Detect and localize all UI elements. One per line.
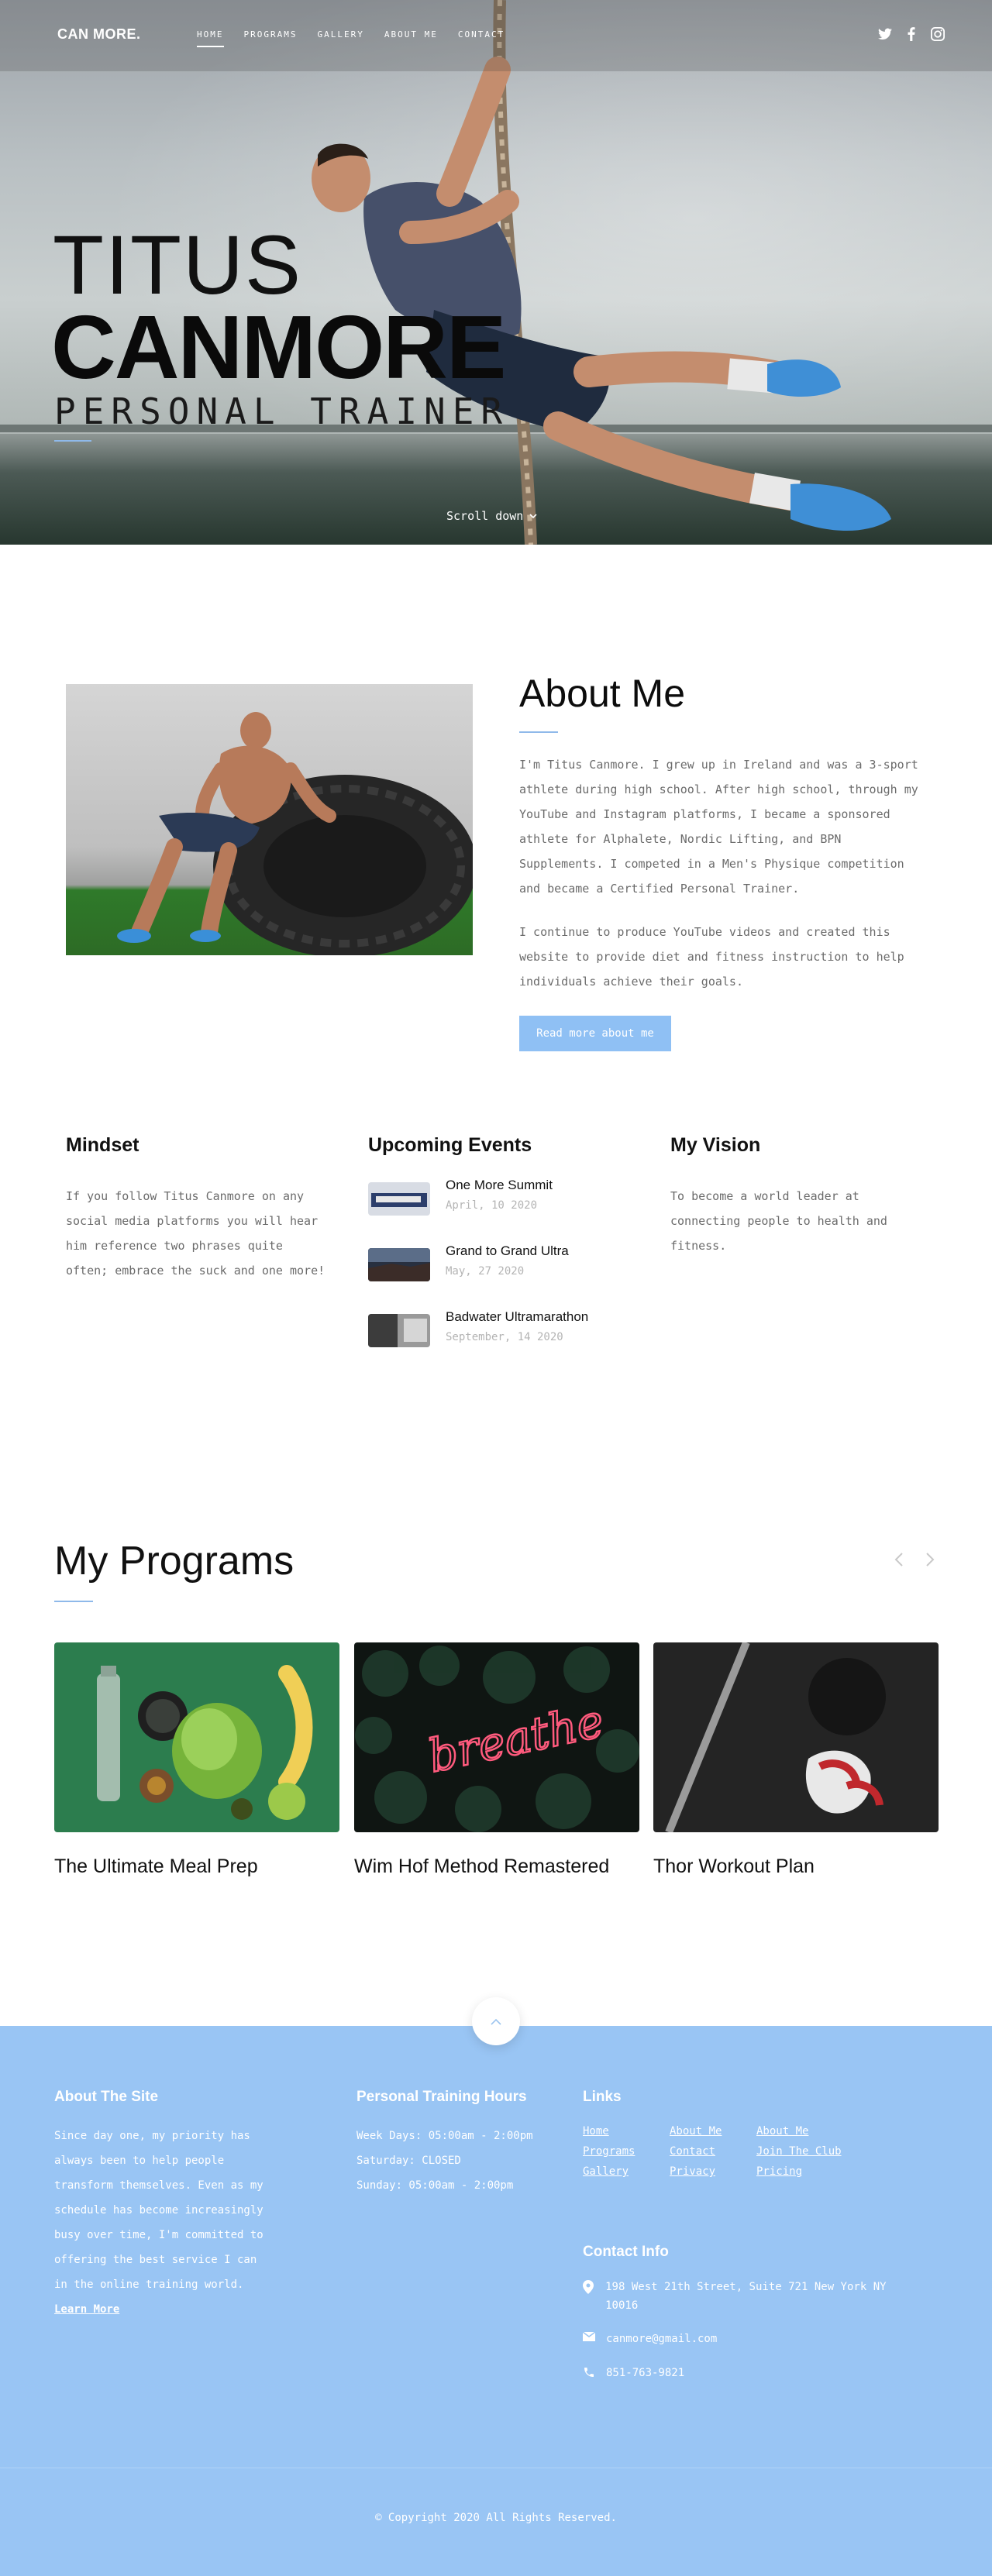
back-to-top-button[interactable] <box>472 1997 520 2045</box>
nav-gallery[interactable]: GALLERY <box>317 29 363 47</box>
footer-links: Home About Me About Me Programs Contact … <box>583 2125 843 2178</box>
program-card[interactable]: Thor Workout Plan <box>653 1642 939 1878</box>
contact-address-text: 198 West 21th Street, Suite 721 New York… <box>605 2281 887 2312</box>
chevron-up-icon <box>491 2018 501 2025</box>
event-title: Badwater Ultramarathon <box>446 1309 589 1324</box>
hours-saturday: Saturday: CLOSED <box>356 2155 461 2167</box>
footer-link-gallery[interactable]: Gallery <box>583 2165 670 2178</box>
program-image <box>653 1642 939 1832</box>
event-title: One More Summit <box>446 1178 553 1192</box>
chevron-right-icon[interactable] <box>921 1548 939 1571</box>
hero-last-name: CANMORE <box>51 297 506 397</box>
social-links <box>877 26 946 42</box>
footer-link-contact[interactable]: Contact <box>670 2145 756 2158</box>
contact-phone-text: 851-763-9821 <box>606 2367 685 2379</box>
mindset-text: If you follow Titus Canmore on any socia… <box>66 1189 326 1278</box>
footer-link-programs[interactable]: Programs <box>583 2145 670 2158</box>
program-image <box>54 1642 339 1832</box>
event-date: April, 10 2020 <box>446 1199 538 1212</box>
about-title: About Me <box>519 672 686 715</box>
learn-more-link[interactable]: Learn More <box>54 2303 119 2316</box>
footer-link-about-me-2[interactable]: About Me <box>756 2125 843 2137</box>
event-item[interactable]: Badwater Ultramarathon September, 14 202… <box>368 1308 588 1347</box>
footer-link-pricing[interactable]: Pricing <box>756 2165 843 2178</box>
twitter-icon[interactable] <box>877 26 893 42</box>
about-paragraph-2: I continue to produce YouTube videos and… <box>519 925 904 989</box>
map-pin-icon <box>583 2278 605 2294</box>
footer-hours-title: Personal Training Hours <box>356 2089 527 2105</box>
programs-title: My Programs <box>54 1539 294 1584</box>
contact-address: 198 West 21th Street, Suite 721 New York… <box>583 2278 916 2315</box>
nav-contact[interactable]: CONTACT <box>458 29 505 47</box>
event-thumbnail <box>368 1314 430 1347</box>
main-nav: HOME PROGRAMS GALLERY ABOUT ME CONTACT <box>197 29 525 47</box>
chevron-left-icon[interactable] <box>890 1548 908 1571</box>
scroll-down-link[interactable]: Scroll down <box>446 509 537 523</box>
hero-athlete-image <box>312 0 891 545</box>
event-thumbnail <box>368 1182 430 1216</box>
hero-divider <box>54 440 91 442</box>
instagram-icon[interactable] <box>930 26 946 42</box>
vision-text: To become a world leader at connecting p… <box>670 1189 887 1253</box>
facebook-icon[interactable] <box>904 26 919 42</box>
footer-link-home[interactable]: Home <box>583 2125 670 2137</box>
event-date: September, 14 2020 <box>446 1331 563 1343</box>
hours-sunday: Sunday: 05:00am - 2:00pm <box>356 2179 514 2192</box>
site-logo[interactable]: CAN MORE. <box>57 26 141 43</box>
nav-programs[interactable]: PROGRAMS <box>244 29 298 47</box>
program-image: breathe <box>354 1642 639 1832</box>
contact-phone[interactable]: 851-763-9821 <box>583 2364 684 2382</box>
contact-email-text: canmore@gmail.com <box>606 2333 718 2345</box>
program-card[interactable]: The Ultimate Meal Prep <box>54 1642 339 1878</box>
event-thumbnail <box>368 1248 430 1281</box>
program-title: Wim Hof Method Remastered <box>354 1855 610 1877</box>
hours-weekdays: Week Days: 05:00am - 2:00pm <box>356 2130 533 2142</box>
nav-home[interactable]: HOME <box>197 29 224 47</box>
hero-section: CAN MORE. HOME PROGRAMS GALLERY ABOUT ME… <box>0 0 992 545</box>
event-date: May, 27 2020 <box>446 1265 525 1278</box>
event-title: Grand to Grand Ultra <box>446 1243 569 1258</box>
copyright-text: © Copyright 2020 All Rights Reserved. <box>375 2512 617 2524</box>
phone-icon <box>583 2364 606 2378</box>
program-card[interactable]: breathe Wim Hof Method Remastered <box>354 1642 639 1878</box>
hero-first-name: TITUS <box>53 218 302 311</box>
chevron-down-icon <box>529 513 537 518</box>
hero-subtitle: PERSONAL TRAINER <box>54 390 510 432</box>
vision-title: My Vision <box>670 1134 761 1156</box>
mindset-title: Mindset <box>66 1134 140 1156</box>
footer-link-about-me[interactable]: About Me <box>670 2125 756 2137</box>
footer-about-title: About The Site <box>54 2089 159 2105</box>
footer-link-privacy[interactable]: Privacy <box>670 2165 756 2178</box>
footer-link-join-the-club[interactable]: Join The Club <box>756 2145 843 2158</box>
footer-about-text: Since day one, my priority has always be… <box>54 2124 264 2322</box>
contact-email[interactable]: canmore@gmail.com <box>583 2330 717 2348</box>
programs-divider <box>54 1601 93 1602</box>
events-title: Upcoming Events <box>368 1134 532 1156</box>
footer-contact-title: Contact Info <box>583 2244 669 2260</box>
mail-icon <box>583 2330 606 2341</box>
scroll-down-label: Scroll down <box>446 509 524 523</box>
footer-about-body: Since day one, my priority has always be… <box>54 2130 264 2291</box>
read-more-button[interactable]: Read more about me <box>519 1016 671 1051</box>
program-title: Thor Workout Plan <box>653 1855 815 1877</box>
event-item[interactable]: Grand to Grand Ultra May, 27 2020 <box>368 1242 569 1281</box>
footer-links-title: Links <box>583 2089 622 2105</box>
nav-about-me[interactable]: ABOUT ME <box>384 29 438 47</box>
about-image <box>66 684 473 955</box>
program-title: The Ultimate Meal Prep <box>54 1855 258 1877</box>
footer-hours-list: Week Days: 05:00am - 2:00pm Saturday: CL… <box>356 2124 558 2198</box>
event-item[interactable]: One More Summit April, 10 2020 <box>368 1176 553 1216</box>
about-divider <box>519 731 558 733</box>
about-paragraph-1: I'm Titus Canmore. I grew up in Ireland … <box>519 758 918 896</box>
